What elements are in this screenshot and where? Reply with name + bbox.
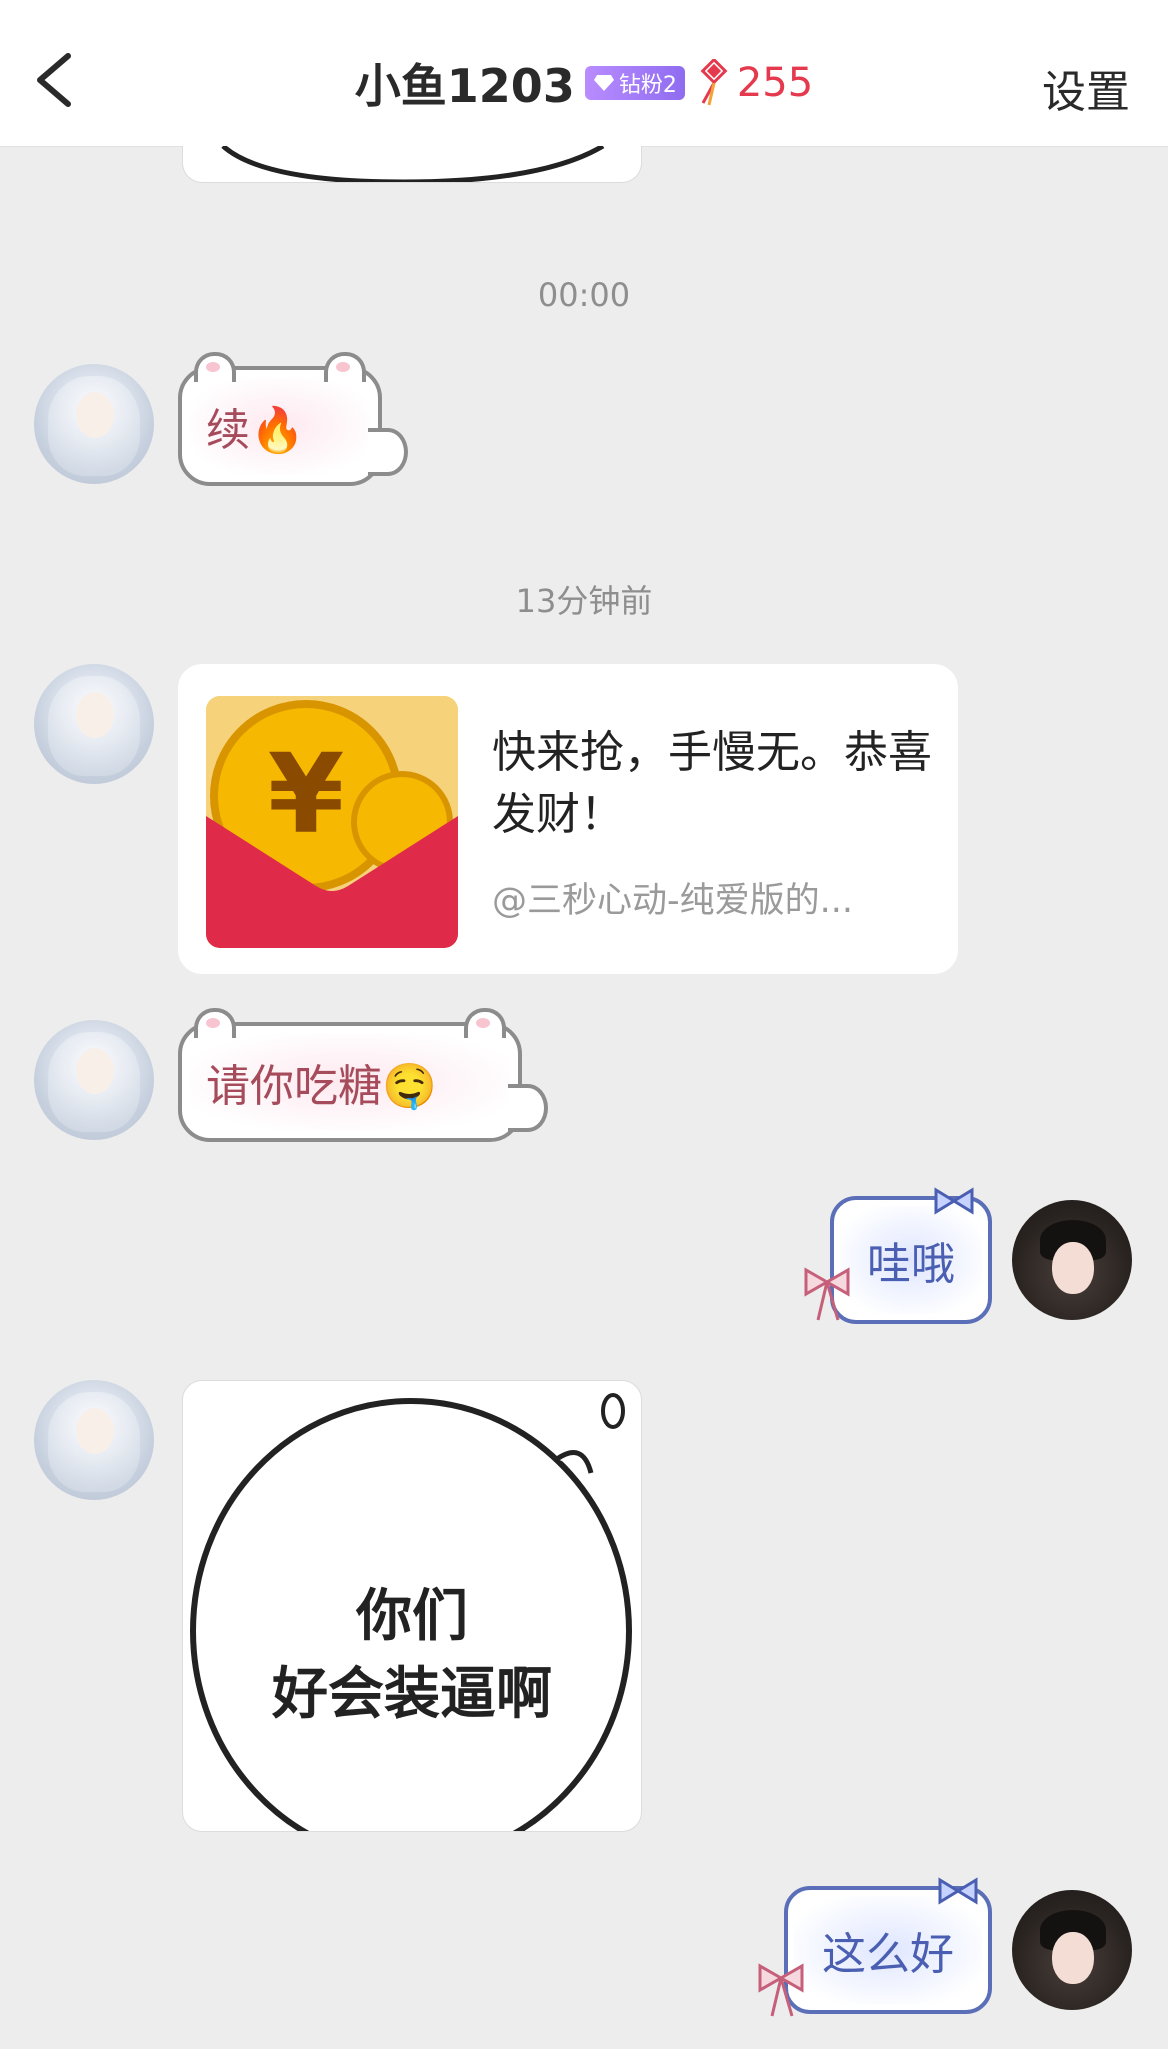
bow-icon (934, 1187, 974, 1215)
settings-button[interactable]: 设置 (1042, 56, 1130, 120)
red-packet-message[interactable]: ¥ 快来抢，手慢无。恭喜发财！ @三秒心动-纯爱版的... (178, 664, 958, 974)
sticker-message[interactable]: 续🔥 (178, 352, 408, 486)
red-packet-icon: ¥ (206, 696, 458, 948)
avatar[interactable] (34, 364, 154, 484)
ribbon-icon (804, 1267, 850, 1321)
meme-text-line-1: 你们 (356, 1584, 468, 1649)
ribbon-icon (758, 1963, 804, 2017)
message-text: 续🔥 (206, 405, 305, 456)
avatar[interactable] (1012, 1200, 1132, 1320)
diamond-icon (593, 75, 614, 91)
fan-badge-label: 钻粉2 (618, 73, 677, 98)
avatar[interactable] (34, 1380, 154, 1500)
chat-header: 小鱼1203 钻粉2 255 设置 (0, 0, 1168, 147)
meme-text-line-2: 好会装逼啊 (272, 1662, 552, 1727)
chat-title: 小鱼1203 (354, 59, 575, 113)
message-text: 请你吃糖🤤 (206, 1061, 437, 1112)
previous-image-message[interactable] (182, 146, 642, 183)
sticker-message[interactable]: 请你吃糖🤤 (178, 1008, 548, 1142)
image-message[interactable]: 你们 好会装逼啊 (182, 1380, 642, 1832)
svg-text:¥: ¥ (268, 730, 345, 858)
chinese-knot-icon (700, 59, 728, 106)
message-text: 哇哦 (867, 1239, 955, 1290)
avatar[interactable] (1012, 1890, 1132, 2010)
timestamp: 00:00 (537, 276, 631, 314)
bow-icon (938, 1877, 978, 1905)
red-packet-subtitle: @三秒心动-纯爱版的... (492, 881, 854, 921)
timestamp: 13分钟前 (515, 582, 653, 620)
fan-badge[interactable]: 钻粉2 (584, 66, 685, 100)
avatar[interactable] (34, 1020, 154, 1140)
knot-count: 255 (736, 60, 814, 106)
title-bar: 小鱼1203 钻粉2 255 (0, 48, 1168, 118)
red-packet-text: 快来抢，手慢无。恭喜发财！ (492, 727, 932, 840)
message-text: 这么好 (822, 1929, 954, 1980)
avatar[interactable] (34, 664, 154, 784)
chinese-knot-counter[interactable]: 255 (695, 59, 813, 107)
